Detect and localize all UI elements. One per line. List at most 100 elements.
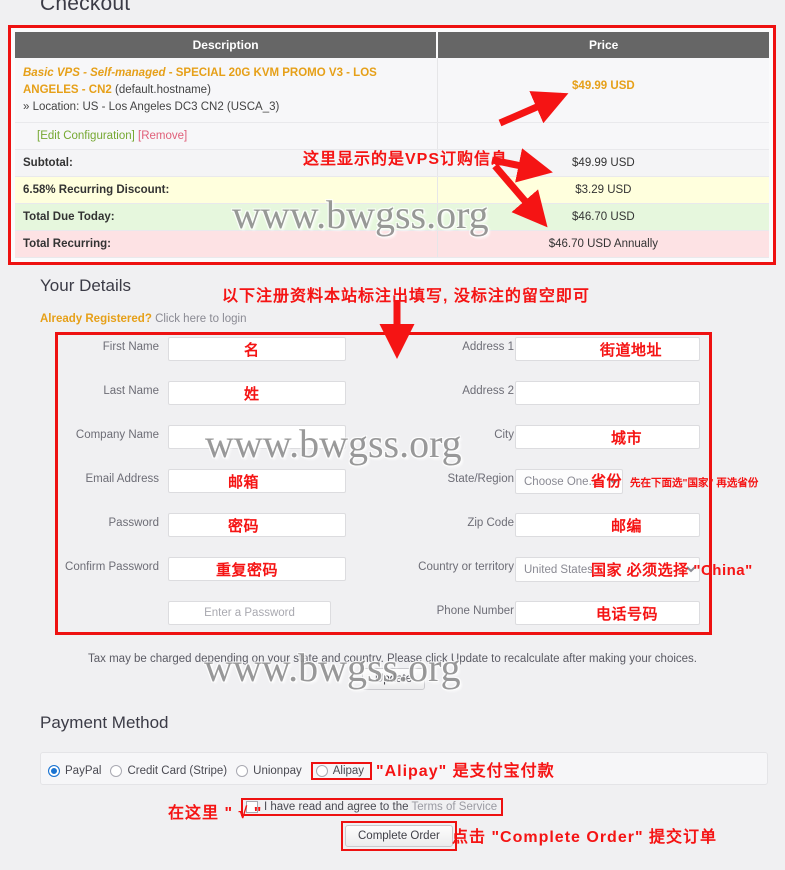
password-strength-input[interactable] [168, 601, 331, 625]
discount-label: 6.58% Recurring Discount: [15, 176, 438, 205]
payment-option-unionpay[interactable]: Unionpay [236, 765, 302, 777]
payment-option-credit-card-label: Credit Card (Stripe) [127, 765, 228, 777]
terms-of-service-row[interactable]: I have read and agree to the Terms of Se… [241, 798, 504, 816]
city-input[interactable] [515, 425, 700, 449]
field-label-city: City [494, 429, 514, 441]
already-registered-label: Already Registered? [40, 313, 152, 325]
confirm-password-input[interactable] [168, 557, 346, 581]
product-hostname: (default.hostname) [111, 83, 211, 96]
payment-option-paypal[interactable]: PayPal [48, 765, 101, 777]
field-state-region: State/Region Choose One... [380, 469, 720, 494]
field-label-zip-code: Zip Code [467, 517, 514, 529]
total-due-today-value: $46.70 USD [437, 203, 769, 232]
payment-option-alipay-label: Alipay [332, 765, 365, 777]
table-row-product: Basic VPS - Self-managed - SPECIAL 20G K… [15, 58, 769, 124]
phone-number-input[interactable] [515, 601, 700, 625]
product-name: Basic VPS - Self-managed - SPECIAL 20G K… [23, 65, 429, 98]
field-label-email-address: Email Address [85, 473, 159, 485]
zip-code-input[interactable] [515, 513, 700, 537]
already-registered: Already Registered? Click here to login [40, 313, 246, 325]
order-summary-table: Description Price Basic VPS - Self-manag… [15, 32, 769, 259]
state-region-select[interactable]: Choose One... [515, 469, 623, 494]
product-links-cell: [Edit Configuration] [Remove] [15, 122, 438, 151]
field-label-state-region: State/Region [447, 473, 515, 485]
field-label-last-name: Last Name [103, 385, 159, 397]
radio-alipay-icon[interactable] [315, 765, 328, 777]
field-country-or-territory: Country or territory United States [380, 557, 720, 582]
field-confirm-password: Confirm Password [0, 557, 346, 581]
total-recurring-value: $46.70 USD Annually [437, 230, 769, 259]
payment-options-group: PayPal Credit Card (Stripe) Unionpay Ali… [48, 762, 373, 780]
annotation-your-details: 以下注册资料本站标注出填写, 没标注的留空即可 [222, 288, 590, 305]
company-name-input[interactable] [168, 425, 346, 449]
product-price: $49.99 USD [437, 58, 769, 124]
field-label-company-name: Company Name [75, 429, 159, 441]
country-select[interactable]: United States [515, 557, 700, 582]
table-row-product-links: [Edit Configuration] [Remove] [15, 122, 769, 151]
field-last-name: Last Name [0, 381, 346, 405]
payment-method-title: Payment Method [40, 713, 169, 732]
field-phone-number: Phone Number [380, 601, 720, 625]
terms-checkbox[interactable] [246, 801, 258, 813]
table-row-subtotal: Subtotal: $49.99 USD [15, 149, 769, 178]
payment-option-unionpay-label: Unionpay [253, 765, 302, 777]
order-summary-panel: Description Price Basic VPS - Self-manag… [8, 25, 776, 266]
login-link[interactable]: Click here to login [155, 313, 246, 325]
tax-note: Tax may be charged depending on your sta… [88, 653, 697, 665]
column-header-description: Description [15, 32, 439, 58]
your-details-title: Your Details [40, 276, 132, 295]
field-label-address-2: Address 2 [462, 385, 514, 397]
page-title: Checkout [40, 0, 131, 15]
field-zip-code: Zip Code [380, 513, 720, 537]
field-label-confirm-password: Confirm Password [65, 561, 159, 573]
field-label-phone-number: Phone Number [436, 605, 514, 617]
terms-text: I have read and agree to the Terms of Se… [264, 801, 497, 813]
field-label-address-1: Address 1 [462, 341, 514, 353]
field-first-name: First Name [0, 337, 346, 361]
terms-of-service-link[interactable]: Terms of Service [411, 801, 497, 813]
subtotal-value: $49.99 USD [437, 149, 769, 178]
update-button[interactable]: Update [362, 668, 426, 690]
field-label-country-or-territory: Country or territory [418, 561, 514, 573]
complete-order-highlight: Complete Order [341, 821, 457, 851]
last-name-input[interactable] [168, 381, 346, 405]
product-links-price-cell [437, 122, 769, 151]
radio-paypal-icon[interactable] [48, 765, 60, 777]
field-address-2: Address 2 [380, 381, 720, 405]
annotation-complete-order: 点击 "Complete Order" 提交订单 [452, 829, 717, 846]
table-row-total-recurring: Total Recurring: $46.70 USD Annually [15, 230, 769, 259]
field-company-name: Company Name [0, 425, 346, 449]
remove-link[interactable]: [Remove] [138, 130, 187, 142]
address-1-input[interactable] [515, 337, 700, 361]
field-city: City [380, 425, 720, 449]
payment-option-paypal-label: PayPal [65, 765, 102, 777]
field-label-password: Password [108, 517, 160, 529]
table-row-total-due-today: Total Due Today: $46.70 USD [15, 203, 769, 232]
payment-option-alipay[interactable]: Alipay [310, 762, 373, 780]
field-address-1: Address 1 [380, 337, 720, 361]
column-header-price: Price [437, 32, 769, 58]
email-address-input[interactable] [168, 469, 346, 493]
complete-order-button[interactable]: Complete Order [345, 825, 453, 847]
edit-configuration-link[interactable]: [Edit Configuration] [23, 130, 135, 142]
field-password-strength [0, 601, 340, 625]
table-header-row: Description Price [15, 32, 769, 58]
terms-prefix: I have read and agree to the [264, 801, 412, 813]
table-row-discount: 6.58% Recurring Discount: $3.29 USD [15, 176, 769, 205]
subtotal-label: Subtotal: [15, 149, 438, 178]
first-name-input[interactable] [168, 337, 346, 361]
product-location: » Location: US - Los Angeles DC3 CN2 (US… [23, 101, 280, 114]
product-name-italic: Basic VPS - Self-managed [23, 67, 166, 79]
field-password: Password [0, 513, 346, 537]
address-2-input[interactable] [515, 381, 700, 405]
total-recurring-label: Total Recurring: [15, 230, 438, 259]
payment-option-credit-card[interactable]: Credit Card (Stripe) [110, 765, 227, 777]
discount-value: $3.29 USD [437, 176, 769, 205]
field-label-first-name: First Name [102, 341, 159, 353]
radio-credit-card-icon[interactable] [110, 765, 123, 777]
field-email-address: Email Address [0, 469, 346, 493]
radio-unionpay-icon[interactable] [236, 765, 249, 777]
total-due-today-label: Total Due Today: [15, 203, 438, 232]
product-description-cell: Basic VPS - Self-managed - SPECIAL 20G K… [15, 58, 438, 124]
password-input[interactable] [168, 513, 346, 537]
